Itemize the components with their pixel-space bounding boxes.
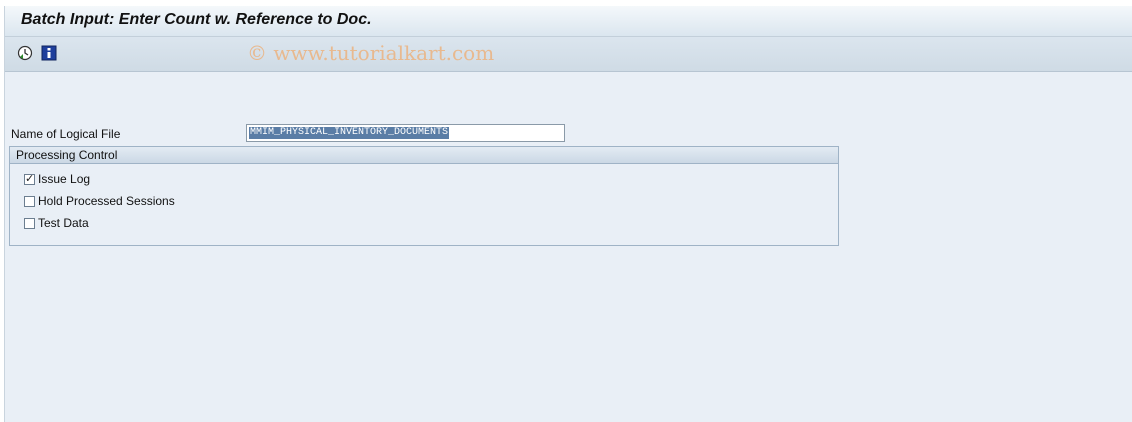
information-icon[interactable]	[41, 45, 57, 61]
logical-file-value: MMIM_PHYSICAL_INVENTORY_DOCUMENTS	[249, 127, 450, 139]
hold-processed-sessions-label: Hold Processed Sessions	[38, 194, 175, 208]
title-bar: Batch Input: Enter Count w. Reference to…	[5, 6, 1132, 37]
logical-file-label: Name of Logical File	[11, 127, 121, 141]
processing-control-title: Processing Control	[16, 148, 118, 162]
execute-clock-icon[interactable]	[17, 45, 33, 61]
page-title: Batch Input: Enter Count w. Reference to…	[21, 11, 372, 28]
watermark-text: © www.tutorialkart.com	[247, 41, 495, 65]
hold-processed-sessions-checkbox[interactable]	[24, 196, 35, 207]
issue-log-checkbox[interactable]: ✓	[24, 173, 35, 185]
logical-file-input[interactable]: MMIM_PHYSICAL_INVENTORY_DOCUMENTS	[246, 124, 565, 142]
test-data-label: Test Data	[38, 216, 89, 230]
sap-window: Batch Input: Enter Count w. Reference to…	[4, 6, 1132, 422]
test-data-checkbox[interactable]	[24, 218, 35, 229]
checkmark-icon: ✓	[25, 173, 35, 185]
processing-control-header: Processing Control	[10, 147, 838, 164]
application-toolbar: © www.tutorialkart.com	[5, 37, 1132, 72]
processing-control-group: Processing Control ✓ Issue Log Hold Proc…	[9, 146, 839, 246]
issue-log-label: Issue Log	[38, 172, 91, 186]
